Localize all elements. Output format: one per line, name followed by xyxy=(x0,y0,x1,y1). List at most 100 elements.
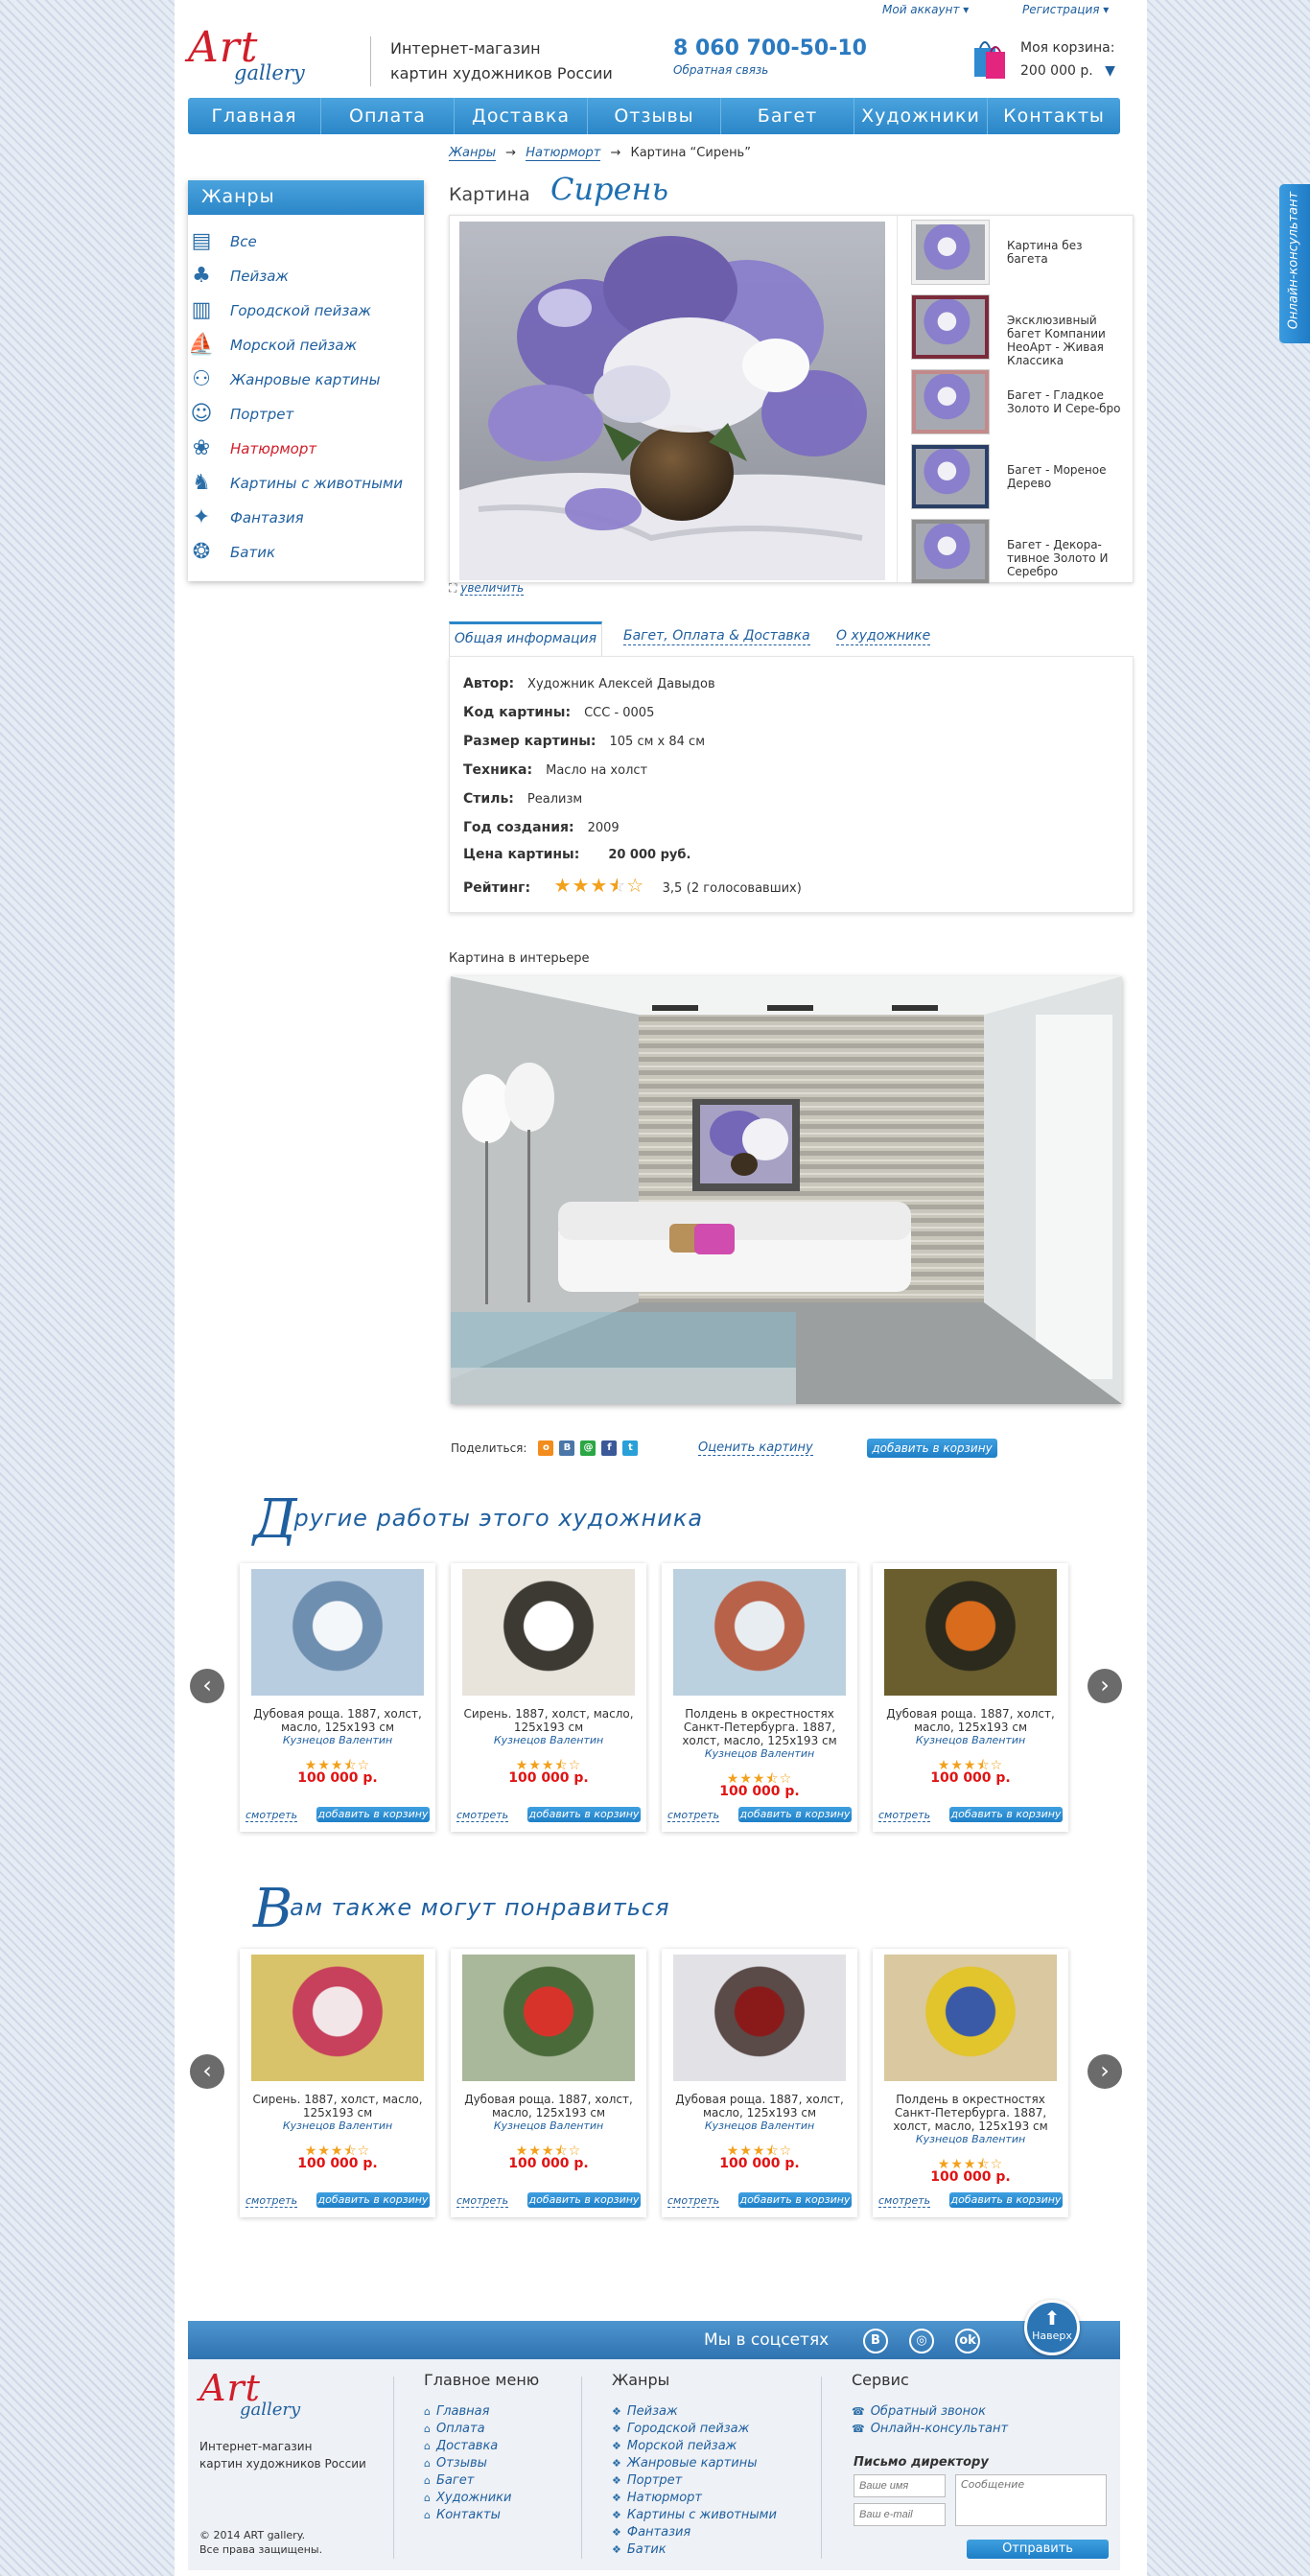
add-to-cart-button[interactable]: добавить в корзину xyxy=(316,1807,430,1822)
sidebar-item[interactable]: ♞ Картины с животными xyxy=(188,466,424,501)
painting-card[interactable]: Дубовая роща. 1887, холст, масло, 125х19… xyxy=(662,1949,857,2217)
tab-general-info[interactable]: Общая информация xyxy=(449,621,602,656)
sidebar-item[interactable]: ▥ Городской пейзаж xyxy=(188,293,424,328)
painting-thumbnail[interactable] xyxy=(251,1955,424,2081)
instagram-icon[interactable]: ◎ xyxy=(909,2329,934,2354)
nav-item-1[interactable]: Оплата xyxy=(321,98,455,134)
painting-caption[interactable]: Полдень в окрестностях Санкт-Петербурга.… xyxy=(669,1707,850,1747)
cart[interactable]: Моя корзина: 200 000 р. ▼ xyxy=(972,29,1135,86)
carousel-prev-button[interactable]: ‹ xyxy=(190,2054,224,2089)
painting-thumbnail[interactable] xyxy=(673,1569,846,1696)
nav-item-3[interactable]: Отзывы xyxy=(588,98,721,134)
footer-link[interactable]: ❖ Городской пейзаж xyxy=(612,2421,777,2438)
artist-name[interactable]: Кузнецов Валентин xyxy=(873,1734,1068,1746)
painting-thumbnail[interactable] xyxy=(673,1955,846,2081)
rate-painting-link[interactable]: Оценить картину xyxy=(698,1440,813,1456)
painting-thumbnail[interactable] xyxy=(462,1955,635,2081)
painting-card[interactable]: Сирень. 1887, холст, масло, 125х193 см Ку… xyxy=(240,1949,435,2217)
footer-link[interactable]: ❖ Фантазия xyxy=(612,2524,777,2541)
odnoklassniki-icon[interactable]: o xyxy=(538,1440,554,1456)
footer-link[interactable]: ⌂ Оплата xyxy=(424,2421,512,2438)
artist-name[interactable]: Кузнецов Валентин xyxy=(451,2119,646,2132)
view-link[interactable]: смотреть xyxy=(667,2194,720,2208)
interior-image[interactable] xyxy=(451,976,1122,1404)
chevron-down-icon[interactable]: ▼ xyxy=(1105,63,1115,79)
sidebar-item[interactable]: ♣ Пейзаж xyxy=(188,259,424,293)
painting-card[interactable]: Сирень. 1887, холст, масло, 125х193 см Ку… xyxy=(451,1563,646,1832)
sidebar-item[interactable]: ☺ Портрет xyxy=(188,397,424,432)
view-link[interactable]: смотреть xyxy=(246,2194,298,2208)
footer-link[interactable]: ❖ Картины с животными xyxy=(612,2507,777,2524)
footer-link[interactable]: ⌂ Доставка xyxy=(424,2438,512,2455)
painting-caption[interactable]: Дубовая роща. 1887, холст, масло, 125х19… xyxy=(669,2093,850,2119)
artist-name[interactable]: Кузнецов Валентин xyxy=(240,1734,435,1746)
painting-thumbnail[interactable] xyxy=(462,1569,635,1696)
frame-label[interactable]: Багет - Декора-тивное Золото И Серебро xyxy=(1007,538,1122,578)
frame-thumbnail[interactable] xyxy=(911,444,990,509)
footer-link[interactable]: ❖ Морской пейзаж xyxy=(612,2438,777,2455)
frame-label[interactable]: Багет - Мореное Дерево xyxy=(1007,463,1122,490)
my-account-link[interactable]: Мой аккаунт ▾ xyxy=(882,3,969,16)
add-to-cart-button[interactable]: добавить в корзину xyxy=(527,2192,641,2208)
email-field[interactable] xyxy=(854,2503,946,2526)
footer-link[interactable]: ❖ Натюрморт xyxy=(612,2490,777,2507)
painting-card[interactable]: Полдень в окрестностях Санкт-Петербурга.… xyxy=(873,1949,1068,2217)
painting-caption[interactable]: Полдень в окрестностях Санкт-Петербурга.… xyxy=(880,2093,1061,2133)
painting-card[interactable]: Дубовая роща. 1887, холст, масло, 125х19… xyxy=(873,1563,1068,1832)
artist-name[interactable]: Кузнецов Валентин xyxy=(240,2119,435,2132)
frame-thumbnail[interactable] xyxy=(911,369,990,434)
view-link[interactable]: смотреть xyxy=(667,1809,720,1822)
frame-label[interactable]: Эксклюзивный багет Компании НеоАрт - Жив… xyxy=(1007,314,1122,367)
add-to-cart-button[interactable]: добавить в корзину xyxy=(867,1439,997,1458)
painting-caption[interactable]: Дубовая роща. 1887, холст, масло, 125х19… xyxy=(880,1707,1061,1734)
zoom-link[interactable]: ⛶ увеличить xyxy=(449,581,525,596)
nav-item-6[interactable]: Контакты xyxy=(988,98,1120,134)
artist-name[interactable]: Кузнецов Валентин xyxy=(873,2133,1068,2145)
painting-caption[interactable]: Сирень. 1887, холст, масло, 125х193 см xyxy=(458,1707,639,1734)
breadcrumb-still-life[interactable]: Натюрморт xyxy=(526,146,601,161)
carousel-next-button[interactable]: › xyxy=(1088,2054,1122,2089)
facebook-icon[interactable]: f xyxy=(601,1440,618,1456)
nav-item-4[interactable]: Багет xyxy=(721,98,854,134)
message-field[interactable] xyxy=(955,2474,1107,2526)
footer-link[interactable]: ⌂ Отзывы xyxy=(424,2455,512,2472)
painting-card[interactable]: Полдень в окрестностях Санкт-Петербурга.… xyxy=(662,1563,857,1832)
footer-link[interactable]: ❖ Пейзаж xyxy=(612,2403,777,2421)
view-link[interactable]: смотреть xyxy=(878,1809,931,1822)
carousel-prev-button[interactable]: ‹ xyxy=(190,1669,224,1703)
painting-caption[interactable]: Дубовая роща. 1887, холст, масло, 125х19… xyxy=(458,2093,639,2119)
nav-item-0[interactable]: Главная xyxy=(188,98,321,134)
painting-card[interactable]: Дубовая роща. 1887, холст, масло, 125х19… xyxy=(240,1563,435,1832)
vk-icon[interactable]: B xyxy=(559,1440,575,1456)
sidebar-item[interactable]: ⛵ Морской пейзаж xyxy=(188,328,424,363)
add-to-cart-button[interactable]: добавить в корзину xyxy=(949,2192,1063,2208)
rating-stars[interactable]: ★★★☆★☆ xyxy=(554,874,645,897)
view-link[interactable]: смотреть xyxy=(456,2194,509,2208)
painting-caption[interactable]: Дубовая роща. 1887, холст, масло, 125х19… xyxy=(247,1707,428,1734)
footer-link[interactable]: ❖ Жанровые картины xyxy=(612,2455,777,2472)
add-to-cart-button[interactable]: добавить в корзину xyxy=(738,2192,852,2208)
footer-link[interactable]: ⌂ Контакты xyxy=(424,2507,512,2524)
sidebar-item[interactable]: ⚇ Жанровые картины xyxy=(188,363,424,397)
artist-name[interactable]: Кузнецов Валентин xyxy=(662,2119,857,2132)
painting-main-image[interactable] xyxy=(459,222,885,580)
sidebar-item[interactable]: ✦ Фантазия xyxy=(188,501,424,535)
nav-item-5[interactable]: Художники xyxy=(854,98,988,134)
artist-name[interactable]: Кузнецов Валентин xyxy=(451,1734,646,1746)
footer-link[interactable]: ⌂ Главная xyxy=(424,2403,512,2421)
add-to-cart-button[interactable]: добавить в корзину xyxy=(316,2192,430,2208)
add-to-cart-button[interactable]: добавить в корзину xyxy=(527,1807,641,1822)
register-link[interactable]: Регистрация ▾ xyxy=(1022,3,1109,16)
breadcrumb-genres[interactable]: Жанры xyxy=(449,146,496,161)
send-button[interactable]: Отправить xyxy=(967,2540,1109,2559)
frame-thumbnail[interactable] xyxy=(911,294,990,360)
painting-thumbnail[interactable] xyxy=(251,1569,424,1696)
frame-label[interactable]: Багет - Гладкое Золото И Сере-бро xyxy=(1007,388,1122,415)
online-consultant-tab[interactable]: Онлайн-консультант xyxy=(1279,184,1310,343)
view-link[interactable]: смотреть xyxy=(246,1809,298,1822)
twitter-icon[interactable]: t xyxy=(622,1440,639,1456)
frame-label[interactable]: Картина без багета xyxy=(1007,239,1122,266)
carousel-next-button[interactable]: › xyxy=(1088,1669,1122,1703)
footer-link[interactable]: ❖ Батик xyxy=(612,2541,777,2559)
mailru-icon[interactable]: @ xyxy=(580,1440,597,1456)
